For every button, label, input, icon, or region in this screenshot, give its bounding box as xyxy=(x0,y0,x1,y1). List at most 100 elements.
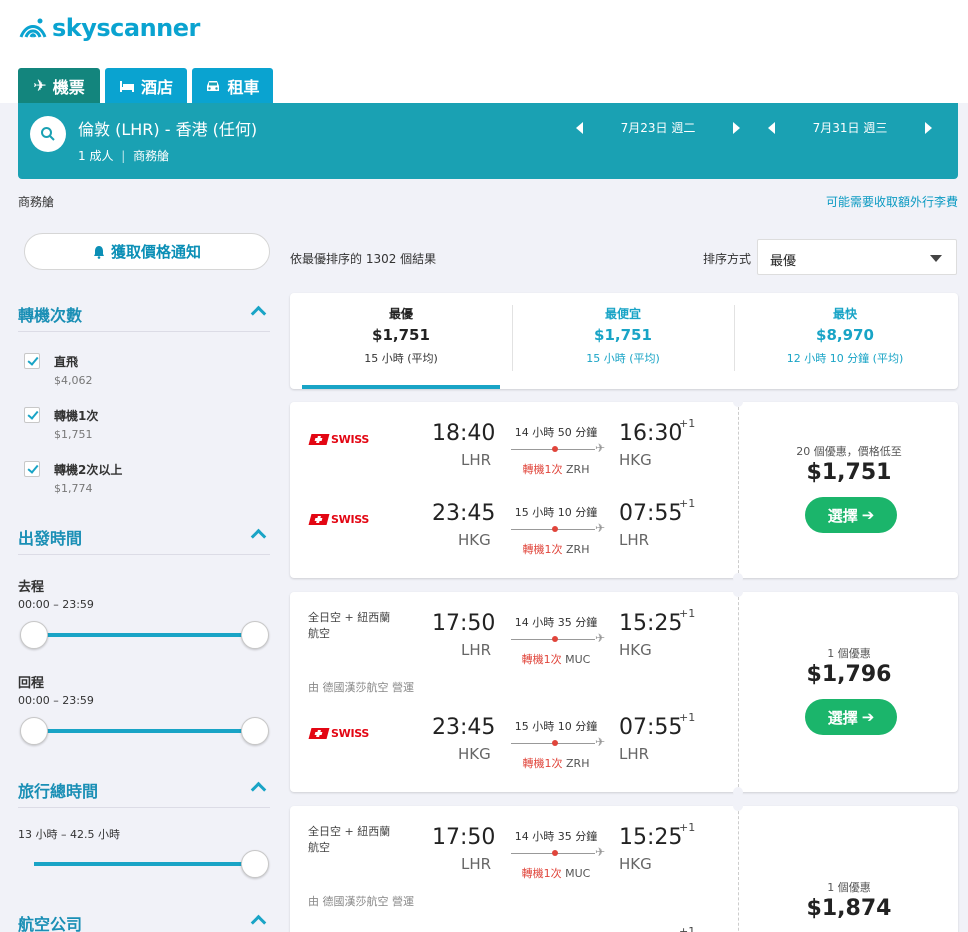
filter-stops-header[interactable]: 轉機次數 xyxy=(18,302,270,332)
passenger-cabin-summary: 1 成人 | 商務艙 xyxy=(78,147,169,164)
sort-select[interactable]: 最優 xyxy=(757,239,957,275)
swiss-airline-logo: SWISS xyxy=(308,433,369,446)
departure-airport: LHR xyxy=(461,641,492,659)
search-summary-bar[interactable]: 倫敦 (LHR) - 香港 (任何) 1 成人 | 商務艙 7月23日 週二 7… xyxy=(18,103,958,179)
result-card[interactable]: 全日空 + 紐西蘭 航空 17:50 LHR 14 小時 35 分鐘 ✈ 轉機1… xyxy=(290,801,958,932)
card-divider xyxy=(738,592,739,792)
chevron-up-icon[interactable] xyxy=(250,914,267,931)
inbound-slider-min-handle[interactable] xyxy=(20,717,48,745)
outbound-slider-max-handle[interactable] xyxy=(241,621,269,649)
car-icon xyxy=(207,80,220,91)
duration-slider-track[interactable] xyxy=(34,862,256,866)
tab-hotels[interactable]: 酒店 xyxy=(105,68,187,103)
chevron-up-icon[interactable] xyxy=(250,528,267,545)
sort-tab-cheapest[interactable]: 最便宜 $1,751 15 小時 (平均) xyxy=(512,293,734,389)
stop-count: 轉機1次 xyxy=(521,653,562,666)
baggage-fee-link[interactable]: 可能需要收取額外行李費 xyxy=(826,193,958,210)
duration-slider-handle[interactable] xyxy=(241,850,269,878)
prev-depart-date-icon[interactable] xyxy=(576,121,583,134)
inbound-range: 00:00 – 23:59 xyxy=(18,694,94,707)
select-button[interactable]: 選擇 ➔ xyxy=(805,699,897,735)
tab-car-hire-label: 租車 xyxy=(227,77,260,97)
card-notch xyxy=(733,787,743,797)
tab-flights[interactable]: ✈ 機票 xyxy=(18,68,100,103)
swiss-airline-logo: SWISS xyxy=(308,513,369,526)
filter-duration-header[interactable]: 旅行總時間 xyxy=(18,778,270,808)
departure-time: 23:45 xyxy=(432,501,496,526)
return-date-picker[interactable]: 7月31日 週三 xyxy=(768,119,932,136)
sort-tab-price: $8,970 xyxy=(816,326,874,344)
checkbox-direct[interactable] xyxy=(24,353,40,369)
chevron-up-icon[interactable] xyxy=(250,781,267,798)
sort-tab-price: $1,751 xyxy=(594,326,652,344)
arrival-airport: HKG xyxy=(619,855,652,873)
plane-icon: ✈ xyxy=(595,735,606,749)
sort-tab-fastest[interactable]: 最快 $8,970 12 小時 10 分鐘 (平均) xyxy=(734,293,956,389)
outbound-label: 去程 xyxy=(18,580,45,595)
stop-option-price: $4,062 xyxy=(54,374,93,387)
result-card[interactable]: 全日空 + 紐西蘭 航空 17:50 LHR 14 小時 35 分鐘 ✈ 轉機1… xyxy=(290,587,958,797)
flight-duration: 14 小時 35 分鐘 xyxy=(514,830,598,843)
checkbox-two-plus-stops[interactable] xyxy=(24,461,40,477)
result-card[interactable]: SWISS 18:40 LHR 14 小時 50 分鐘 ✈ 轉機1次 ZRH 1… xyxy=(290,397,958,583)
arrival-time: 15:25 xyxy=(619,611,683,636)
airline-name-line: 航空 xyxy=(308,627,330,640)
filter-airlines-header[interactable]: 航空公司 xyxy=(18,911,270,932)
filter-airlines-title: 航空公司 xyxy=(18,915,83,932)
result-price: $1,874 xyxy=(806,896,892,921)
filter-depart-time-title: 出發時間 xyxy=(18,529,83,548)
stop-dot xyxy=(552,740,558,746)
next-day-indicator: +1 xyxy=(679,417,696,430)
inbound-slider-track[interactable] xyxy=(34,729,256,733)
flight-duration: 15 小時 10 分鐘 xyxy=(514,720,598,733)
skyscanner-logo[interactable]: skyscanner xyxy=(18,14,200,42)
checkbox-one-stop[interactable] xyxy=(24,407,40,423)
select-button[interactable]: 選擇 ➔ xyxy=(805,497,897,533)
result-price: $1,751 xyxy=(806,460,892,485)
stops-info: 轉機1次 ZRH xyxy=(501,755,611,771)
arrow-right-icon: ➔ xyxy=(861,506,875,524)
airline-name-line: 航空 xyxy=(308,841,330,854)
sort-tab-title: 最便宜 xyxy=(604,307,641,321)
prev-return-date-icon[interactable] xyxy=(768,121,775,134)
stop-count: 轉機1次 xyxy=(522,463,563,476)
price-alert-button[interactable]: 獲取價格通知 xyxy=(24,233,270,270)
via-airport: MUC xyxy=(565,653,591,666)
via-airport: ZRH xyxy=(566,543,590,556)
next-day-indicator: +1 xyxy=(679,497,696,510)
departure-airport: LHR xyxy=(461,451,492,469)
next-day-indicator: +1 xyxy=(679,925,696,932)
inbound-slider-max-handle[interactable] xyxy=(241,717,269,745)
select-label: 選擇 xyxy=(827,506,858,525)
departure-airport: HKG xyxy=(458,745,491,763)
search-icon xyxy=(41,127,55,141)
sort-tab-title: 最優 xyxy=(388,307,413,321)
sort-tab-duration: 15 小時 (平均) xyxy=(586,352,660,365)
chevron-up-icon[interactable] xyxy=(250,305,267,322)
chevron-down-icon xyxy=(930,255,942,262)
search-button[interactable] xyxy=(30,116,66,152)
stops-info: 轉機1次 ZRH xyxy=(501,541,611,557)
via-airport: MUC xyxy=(565,867,591,880)
operated-by: 由 德國漢莎航空 營運 xyxy=(308,681,414,694)
airline-name: SWISS xyxy=(331,433,369,446)
swiss-flag-icon xyxy=(308,434,330,445)
route-text[interactable]: 倫敦 (LHR) - 香港 (任何) xyxy=(78,116,257,140)
stop-dot xyxy=(552,636,558,642)
flight-duration: 14 小時 50 分鐘 xyxy=(514,426,598,439)
sort-tab-best[interactable]: 最優 $1,751 15 小時 (平均) xyxy=(290,293,512,389)
depart-date-picker[interactable]: 7月23日 週二 xyxy=(576,119,740,136)
outbound-slider-track[interactable] xyxy=(34,633,256,637)
return-date: 7月31日 週三 xyxy=(812,121,888,135)
outbound-slider-min-handle[interactable] xyxy=(20,621,48,649)
next-depart-date-icon[interactable] xyxy=(733,121,740,134)
next-day-indicator: +1 xyxy=(679,607,696,620)
arrival-time: 07:55 xyxy=(619,501,683,526)
plane-icon: ✈ xyxy=(595,521,606,535)
results-summary: 依最優排序的 1302 個結果 xyxy=(290,252,437,266)
tab-car-hire[interactable]: 租車 xyxy=(192,68,273,103)
departure-time: 17:50 xyxy=(432,825,496,850)
next-return-date-icon[interactable] xyxy=(925,121,932,134)
filter-depart-time-header[interactable]: 出發時間 xyxy=(18,525,270,555)
stop-dot xyxy=(552,446,558,452)
